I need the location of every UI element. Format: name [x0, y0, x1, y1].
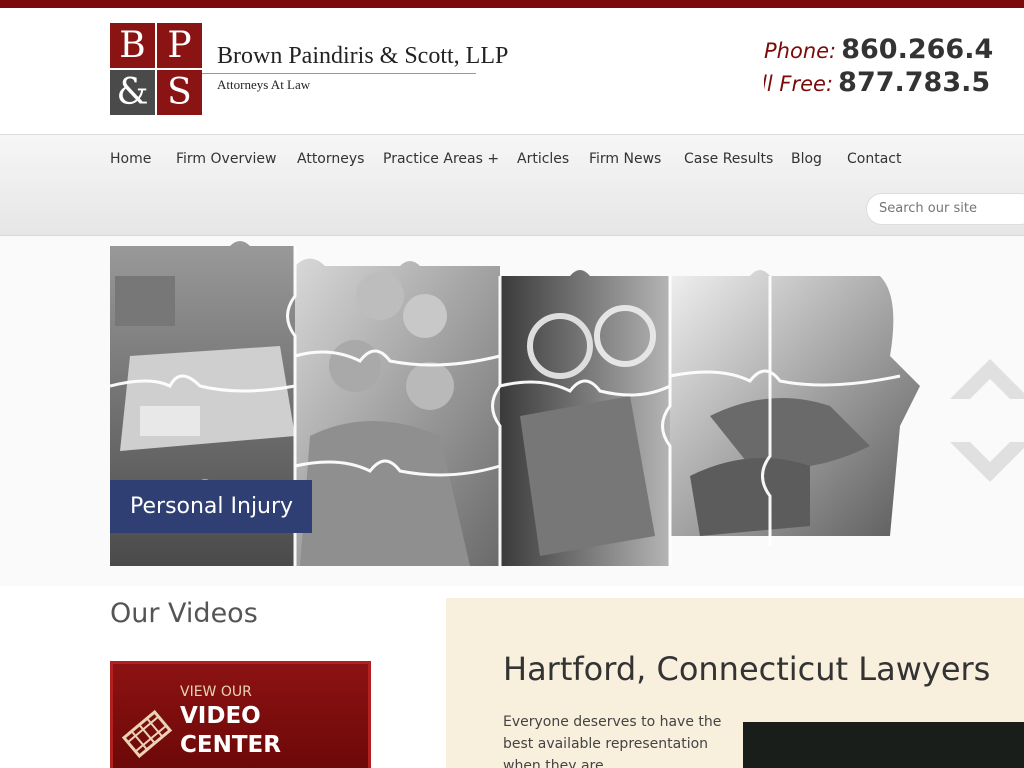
- video-center-line2: CENTER: [180, 732, 281, 758]
- video-center-label: VIDEO CENTER: [180, 702, 281, 760]
- hero-slider: Personal Injury: [0, 236, 1024, 586]
- main-navigation: Home Firm Overview Attorneys Practice Ar…: [0, 134, 1024, 236]
- logo-divider: [202, 73, 476, 74]
- phone-label: Phone:: [764, 39, 837, 63]
- top-accent-bar: [0, 0, 1024, 8]
- firm-tagline: Attorneys At Law: [217, 77, 311, 92]
- intro-text: Everyone deserves to have the best avail…: [503, 714, 722, 768]
- chevron-up-icon[interactable]: [950, 354, 1024, 399]
- phone-row[interactable]: Phone: 860.266.4: [764, 34, 993, 65]
- logo-letter-s: S: [157, 70, 202, 115]
- contact-info: Phone: 860.266.4 Toll Free: 877.783.5: [764, 34, 1024, 104]
- puzzle-collage-image: [110, 241, 920, 566]
- search-input[interactable]: [879, 201, 1019, 216]
- nav-item-case-results[interactable]: Case Results: [684, 151, 773, 167]
- nav-item-articles[interactable]: Articles: [517, 151, 569, 167]
- firm-name: Brown Paindiris & Scott, LLP: [217, 43, 509, 69]
- film-strip-icon: [121, 709, 173, 759]
- slide-caption[interactable]: Personal Injury: [110, 480, 312, 533]
- tollfree-number: 877.783.5: [838, 67, 991, 98]
- firm-logo[interactable]: B P & S Brown Paindiris & Scott, LLP Att…: [110, 23, 508, 115]
- intro-title: Hartford, Connecticut Lawyers: [503, 650, 991, 688]
- logo-mark: B P & S: [110, 23, 202, 115]
- video-view-label: VIEW OUR: [180, 684, 252, 700]
- chevron-down-icon[interactable]: [950, 442, 1024, 487]
- nav-item-home[interactable]: Home: [110, 151, 151, 167]
- intro-video-thumbnail[interactable]: [743, 722, 1024, 768]
- tollfree-label: Toll Free:: [764, 72, 834, 96]
- logo-letter-p: P: [157, 23, 202, 68]
- nav-item-contact[interactable]: Contact: [847, 151, 901, 167]
- nav-item-firm-news[interactable]: Firm News: [589, 151, 661, 167]
- intro-panel: Hartford, Connecticut Lawyers Everyone d…: [446, 598, 1024, 768]
- search-box: [866, 193, 1024, 225]
- nav-item-practice-areas[interactable]: Practice Areas +: [383, 151, 499, 167]
- logo-letter-b: B: [110, 23, 155, 68]
- nav-item-blog[interactable]: Blog: [791, 151, 822, 167]
- videos-heading: Our Videos: [110, 598, 258, 629]
- video-center-button[interactable]: VIEW OUR VIDEO CENTER: [110, 661, 371, 768]
- phone-number: 860.266.4: [841, 34, 994, 65]
- nav-item-firm-overview[interactable]: Firm Overview: [176, 151, 276, 167]
- video-center-line1: VIDEO: [180, 703, 261, 729]
- nav-item-attorneys[interactable]: Attorneys: [297, 151, 364, 167]
- tollfree-row[interactable]: Toll Free: 877.783.5: [764, 67, 990, 98]
- site-header: B P & S Brown Paindiris & Scott, LLP Att…: [0, 8, 1024, 135]
- logo-letter-amp: &: [110, 70, 155, 115]
